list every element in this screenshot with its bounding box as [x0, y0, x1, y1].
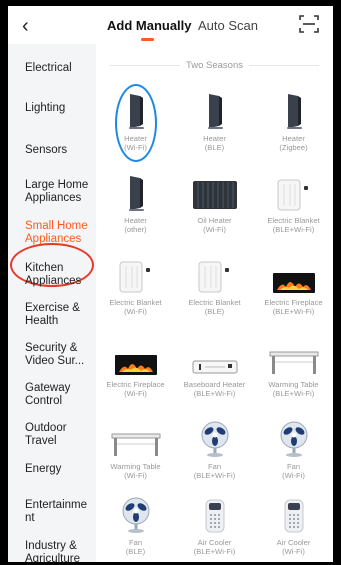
product-item[interactable]: Fan (BLE)	[96, 492, 175, 556]
product-name: Warming Table	[268, 380, 319, 389]
product-name: Electric Blanket	[267, 216, 320, 225]
product-item[interactable]: Baseboard Heater (BLE+Wi-Fi)	[175, 334, 254, 398]
fan-icon	[96, 492, 175, 538]
back-button[interactable]: ‹	[22, 16, 29, 36]
fan-icon	[175, 416, 254, 462]
product-name: Electric Blanket	[109, 298, 162, 307]
electric-fireplace-icon	[96, 334, 175, 380]
sidebar-item-security-video[interactable]: Security & Video Sur...	[25, 342, 95, 368]
product-name: Heater	[124, 134, 147, 143]
product-protocol: (BLE+Wi-Fi)	[193, 547, 236, 556]
product-protocol: (other)	[124, 225, 147, 234]
tab-add-manually[interactable]: Add Manually	[107, 18, 192, 34]
product-item[interactable]: Electric Blanket (BLE+Wi-Fi)	[254, 170, 333, 234]
heater-icon	[96, 88, 175, 134]
product-item[interactable]: Fan (Wi-Fi)	[254, 416, 333, 480]
divider	[249, 65, 319, 66]
product-item[interactable]: Fan (BLE+Wi-Fi)	[175, 416, 254, 480]
sidebar-item-exercise-health[interactable]: Exercise & Health	[25, 302, 95, 328]
electric-blanket-icon	[96, 252, 175, 298]
product-item[interactable]: Electric Fireplace (BLE+Wi-Fi)	[254, 252, 333, 316]
product-item[interactable]: Heater (Zigbee)	[254, 88, 333, 152]
product-name: Heater	[282, 134, 305, 143]
product-item[interactable]: Air Cooler (BLE+Wi-Fi)	[175, 492, 254, 556]
air-cooler-icon	[175, 492, 254, 538]
warming-table-icon	[96, 416, 175, 462]
product-item[interactable]: Heater (BLE)	[175, 88, 254, 152]
product-name: Electric Fireplace	[106, 380, 165, 389]
sidebar-item-sensors[interactable]: Sensors	[25, 144, 95, 157]
product-item[interactable]: Electric Blanket (BLE)	[175, 252, 254, 316]
sidebar-item-electrical[interactable]: Electrical	[25, 62, 95, 75]
product-item[interactable]: Heater (Wi-Fi)	[96, 88, 175, 152]
fan-icon	[254, 416, 333, 462]
product-name: Heater	[203, 134, 226, 143]
electric-blanket-icon	[254, 170, 333, 216]
product-protocol: (BLE+Wi-Fi)	[272, 225, 315, 234]
baseboard-heater-icon	[175, 334, 254, 380]
electric-blanket-icon	[175, 252, 254, 298]
product-protocol: (BLE)	[204, 143, 225, 152]
product-protocol: (BLE+Wi-Fi)	[193, 389, 236, 398]
oil-heater-icon	[175, 170, 254, 216]
product-item[interactable]: Electric Blanket (Wi-Fi)	[96, 252, 175, 316]
sidebar-item-small-home-appliances[interactable]: Small Home Appliances	[25, 220, 95, 246]
product-protocol: (Wi-Fi)	[124, 307, 147, 316]
sidebar-item-lighting[interactable]: Lighting	[25, 102, 95, 115]
sidebar-item-energy[interactable]: Energy	[25, 463, 95, 476]
product-name: Fan	[286, 462, 301, 471]
electric-fireplace-icon	[254, 252, 333, 298]
product-grid: Two Seasons Heater (Wi-Fi) Heater (BLE) Heat…	[96, 44, 333, 562]
product-name: Air Cooler	[276, 538, 311, 547]
product-name: Oil Heater	[197, 216, 232, 225]
tab-auto-scan[interactable]: Auto Scan	[198, 18, 258, 34]
product-item[interactable]: Air Cooler (Wi-Fi)	[254, 492, 333, 556]
product-item[interactable]: Warming Table (BLE+Wi-Fi)	[254, 334, 333, 398]
product-protocol: (BLE+Wi-Fi)	[272, 389, 315, 398]
product-item[interactable]: Oil Heater (Wi-Fi)	[175, 170, 254, 234]
product-item[interactable]: Heater (other)	[96, 170, 175, 234]
sidebar-item-outdoor-travel[interactable]: Outdoor Travel	[25, 422, 95, 448]
product-name: Heater	[124, 216, 147, 225]
product-name: Warming Table	[110, 462, 161, 471]
category-sidebar: Electrical Lighting Sensors Large Home A…	[8, 44, 96, 562]
active-tab-indicator	[141, 38, 154, 41]
heater-icon	[96, 170, 175, 216]
air-cooler-icon	[254, 492, 333, 538]
sidebar-item-large-home-appliances[interactable]: Large Home Appliances	[25, 179, 95, 205]
sidebar-item-kitchen-appliances[interactable]: Kitchen Appliances	[25, 262, 95, 288]
product-protocol: (Wi-Fi)	[282, 547, 305, 556]
product-name: Air Cooler	[197, 538, 232, 547]
top-bar: ‹ Add Manually Auto Scan	[8, 6, 333, 44]
product-protocol: (BLE+Wi-Fi)	[193, 471, 236, 480]
scan-frame-icon[interactable]	[299, 15, 319, 33]
product-protocol: (Zigbee)	[279, 143, 308, 152]
product-item[interactable]: Warming Table (Wi-Fi)	[96, 416, 175, 480]
product-protocol: (Wi-Fi)	[124, 389, 147, 398]
product-protocol: (Wi-Fi)	[124, 143, 147, 152]
product-name: Fan	[128, 538, 143, 547]
product-name: Electric Fireplace	[264, 298, 323, 307]
product-item[interactable]: Electric Fireplace (Wi-Fi)	[96, 334, 175, 398]
product-name: Fan	[207, 462, 222, 471]
product-protocol: (BLE)	[125, 547, 146, 556]
heater-icon	[175, 88, 254, 134]
sidebar-item-entertainment[interactable]: Entertainme nt	[25, 499, 95, 525]
product-protocol: (Wi-Fi)	[282, 471, 305, 480]
sidebar-item-industry-agriculture[interactable]: Industry & Agriculture	[25, 540, 95, 562]
warming-table-icon	[254, 334, 333, 380]
product-protocol: (Wi-Fi)	[124, 471, 147, 480]
product-protocol: (BLE+Wi-Fi)	[272, 307, 315, 316]
product-name: Baseboard Heater	[183, 380, 246, 389]
product-protocol: (Wi-Fi)	[203, 225, 226, 234]
sidebar-item-gateway-control[interactable]: Gateway Control	[25, 382, 95, 408]
app-screen: ‹ Add Manually Auto Scan Electrical Ligh…	[8, 6, 333, 562]
product-name: Electric Blanket	[188, 298, 241, 307]
heater-icon	[254, 88, 333, 134]
product-protocol: (BLE)	[204, 307, 225, 316]
